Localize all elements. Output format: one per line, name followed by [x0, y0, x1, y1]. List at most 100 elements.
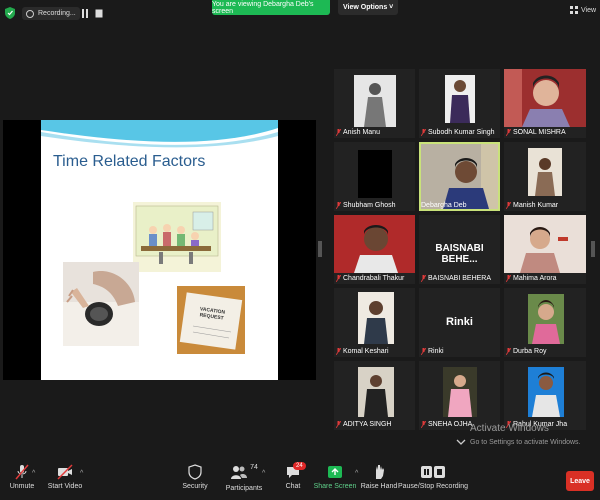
participant-tile[interactable]: ADITYA SINGH: [334, 361, 415, 430]
participant-video: [358, 367, 394, 417]
raise-hand-label: Raise Hand: [360, 483, 398, 490]
pause-recording-label: Pause/Stop Recording: [397, 483, 469, 490]
shield-icon[interactable]: [5, 7, 15, 19]
muted-mic-icon: [421, 348, 426, 355]
muted-mic-icon: [506, 202, 511, 209]
activate-windows-hint: Go to Settings to activate Windows.: [470, 439, 581, 446]
unmute-label: Unmute: [9, 483, 35, 490]
participant-tile[interactable]: Rahul Kumar Jha: [504, 361, 586, 430]
participant-name: SNEHA OJHA: [421, 421, 472, 428]
muted-mic-icon: [506, 275, 511, 282]
participant-tile[interactable]: BAISNABI BEHE... BAISNABI BEHERA: [419, 215, 500, 284]
muted-mic-icon: [336, 202, 341, 209]
slide-header-swoosh: [41, 120, 278, 148]
muted-mic-icon: [506, 129, 511, 136]
participant-video: [528, 148, 562, 196]
classroom-illustration: [133, 202, 221, 272]
start-video-label: Start Video: [47, 483, 83, 490]
participant-video: [358, 150, 392, 198]
participant-name: Manish Kumar: [506, 202, 558, 209]
share-screen-icon: [328, 466, 342, 478]
activate-windows-watermark: Activate Windows: [470, 423, 549, 434]
participant-name-display: BAISNABI BEHE...: [435, 243, 484, 265]
participant-tile[interactable]: Manish Kumar: [504, 142, 586, 211]
participant-video: [358, 292, 394, 344]
meeting-toolbar: Unmute ^ Start Video ^ Security 74 ^ Par…: [0, 460, 600, 500]
participant-video: [354, 75, 396, 127]
participants-icon: [231, 466, 248, 479]
participant-video: [445, 75, 475, 123]
participant-tile[interactable]: Mahima Arora: [504, 215, 586, 284]
shared-screen: Time Related Factors VACATION REQUEST: [3, 120, 316, 380]
screen-share-banner: You are viewing Debargha Deb's screen: [212, 0, 330, 15]
participant-name: Subodh Kumar Singh: [421, 129, 495, 136]
muted-mic-icon: [421, 129, 426, 136]
participant-tile[interactable]: Chandrabali Thakur: [334, 215, 415, 284]
participant-tile[interactable]: SONAL MISHRA: [504, 69, 586, 138]
gallery-next-arrow[interactable]: [591, 241, 595, 257]
participant-name: BAISNABI BEHERA: [421, 275, 491, 282]
participant-video: [504, 69, 586, 127]
participant-video: [528, 367, 564, 417]
recording-icon: [26, 9, 34, 18]
muted-mic-icon: [421, 275, 426, 282]
pause-stop-icon: [421, 466, 445, 478]
participant-name: Debargha Deb: [421, 202, 467, 209]
video-options-caret[interactable]: ^: [80, 470, 83, 477]
participant-video: [421, 144, 498, 209]
recording-indicator: Recording...: [22, 7, 80, 20]
participant-tile[interactable]: Rinki Rinki: [419, 288, 500, 357]
security-label: Security: [182, 483, 208, 490]
chevron-down-icon[interactable]: [456, 438, 466, 446]
start-video-button[interactable]: Start Video ^: [35, 464, 95, 490]
participant-tile[interactable]: Komal Keshari: [334, 288, 415, 357]
slide-title: Time Related Factors: [53, 153, 206, 170]
participant-name: Shubham Ghosh: [336, 202, 396, 209]
participant-name: ADITYA SINGH: [336, 421, 392, 428]
participant-video: [443, 367, 477, 417]
grid-view-icon: [570, 6, 578, 14]
chat-unread-badge: 24: [293, 462, 306, 470]
stop-recording-icon[interactable]: [94, 8, 104, 19]
leave-button[interactable]: Leave: [566, 471, 594, 491]
participant-name: Mahima Arora: [506, 275, 557, 282]
muted-mic-icon: [336, 129, 341, 136]
active-speaker-tile[interactable]: Debargha Deb: [419, 142, 500, 211]
participant-name: Komal Keshari: [336, 348, 389, 355]
participant-name: Anish Manu: [336, 129, 380, 136]
participant-tile[interactable]: SNEHA OJHA: [419, 361, 500, 430]
participant-video: [528, 294, 564, 344]
muted-mic-icon: [15, 464, 29, 480]
raise-hand-icon: [376, 465, 384, 479]
alarm-clock-photo: [63, 262, 139, 346]
recording-label: Recording...: [38, 10, 76, 17]
muted-mic-icon: [336, 421, 341, 428]
participant-name: Rinki: [421, 348, 444, 355]
gallery-prev-arrow[interactable]: [318, 241, 322, 257]
video-off-icon: [57, 464, 73, 480]
pause-recording-icon[interactable]: [80, 8, 90, 19]
participant-tile[interactable]: Shubham Ghosh: [334, 142, 415, 211]
muted-mic-icon: [421, 421, 426, 428]
muted-mic-icon: [506, 348, 511, 355]
muted-mic-icon: [336, 275, 341, 282]
muted-mic-icon: [336, 348, 341, 355]
participant-name: SONAL MISHRA: [506, 129, 566, 136]
participant-name: Durba Roy: [506, 348, 546, 355]
participant-name-display: Rinki: [446, 316, 473, 328]
participants-count: 74: [250, 464, 258, 471]
top-bar: Recording... You are viewing Debargha De…: [0, 0, 600, 26]
participant-tile[interactable]: Subodh Kumar Singh: [419, 69, 500, 138]
presentation-slide: Time Related Factors VACATION REQUEST: [41, 120, 278, 380]
participant-tile[interactable]: Durba Roy: [504, 288, 586, 357]
participant-name: Chandrabali Thakur: [336, 275, 404, 282]
pause-stop-recording-button[interactable]: Pause/Stop Recording: [395, 464, 471, 490]
participant-video: [504, 215, 586, 273]
participant-tile[interactable]: Anish Manu: [334, 69, 415, 138]
view-options-button[interactable]: View Options ˅: [338, 0, 399, 15]
chat-label: Chat: [285, 483, 301, 490]
view-button[interactable]: View: [570, 6, 596, 14]
participant-video: [334, 215, 415, 273]
view-label: View: [581, 6, 597, 14]
shield-icon: [188, 464, 202, 480]
